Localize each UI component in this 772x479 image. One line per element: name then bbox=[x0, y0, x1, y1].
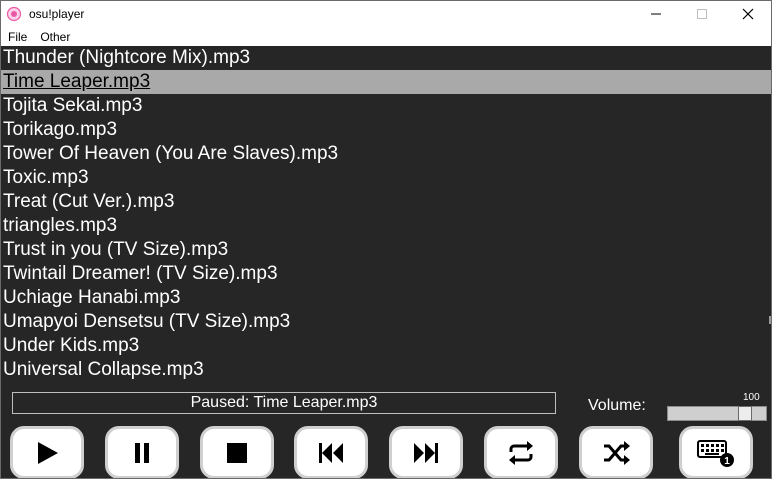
song-item[interactable]: Tower Of Heaven (You Are Slaves).mp3 bbox=[1, 142, 771, 166]
stop-button[interactable] bbox=[200, 426, 274, 478]
minimize-button[interactable] bbox=[633, 1, 679, 27]
volume-slider[interactable] bbox=[667, 406, 767, 421]
status-display: Paused: Time Leaper.mp3 bbox=[12, 392, 556, 414]
pause-icon bbox=[135, 442, 149, 463]
menu-bar: File Other bbox=[1, 27, 771, 46]
shuffle-button[interactable] bbox=[579, 426, 653, 478]
repeat-icon bbox=[509, 440, 533, 465]
window-controls bbox=[633, 1, 771, 27]
song-item[interactable]: Thunder (Nightcore Mix).mp3 bbox=[1, 46, 771, 70]
song-item[interactable]: Under Kids.mp3 bbox=[1, 334, 771, 358]
maximize-button[interactable] bbox=[679, 1, 725, 27]
song-item[interactable]: triangles.mp3 bbox=[1, 214, 771, 238]
app-window: osu!player File Other Thunder (Nightcore… bbox=[0, 0, 772, 479]
play-button[interactable] bbox=[10, 426, 84, 478]
song-list[interactable]: Thunder (Nightcore Mix).mp3 Time Leaper.… bbox=[1, 46, 771, 383]
close-icon bbox=[742, 8, 754, 20]
keyboard-button[interactable]: 1 bbox=[679, 426, 753, 478]
repeat-button[interactable] bbox=[484, 426, 558, 478]
song-item[interactable]: Tojita Sekai.mp3 bbox=[1, 94, 771, 118]
shuffle-icon bbox=[604, 440, 630, 465]
song-item[interactable]: Trust in you (TV Size).mp3 bbox=[1, 238, 771, 262]
title-bar[interactable]: osu!player bbox=[1, 1, 771, 27]
next-button[interactable] bbox=[389, 426, 463, 478]
volume-label: Volume: bbox=[588, 397, 646, 414]
song-item[interactable]: Uchiage Hanabi.mp3 bbox=[1, 286, 771, 310]
song-item[interactable]: Toxic.mp3 bbox=[1, 166, 771, 190]
previous-button[interactable] bbox=[294, 426, 368, 478]
skip-forward-icon bbox=[414, 442, 438, 463]
close-button[interactable] bbox=[725, 1, 771, 27]
keyboard-icon: 1 bbox=[697, 439, 734, 467]
skip-back-icon bbox=[319, 442, 343, 463]
menu-other[interactable]: Other bbox=[33, 30, 76, 44]
minimize-icon bbox=[651, 13, 661, 15]
volume-slider-thumb[interactable] bbox=[738, 406, 752, 421]
maximize-icon bbox=[697, 9, 707, 19]
song-item[interactable]: Universal Collapse.mp3 bbox=[1, 358, 771, 382]
song-item[interactable]: Twintail Dreamer! (TV Size).mp3 bbox=[1, 262, 771, 286]
volume-value: 100 bbox=[743, 392, 760, 403]
keyboard-badge: 1 bbox=[724, 456, 730, 467]
song-item-selected[interactable]: Time Leaper.mp3 bbox=[1, 70, 771, 94]
stop-icon bbox=[227, 442, 247, 463]
play-icon bbox=[38, 441, 58, 464]
window-title: osu!player bbox=[29, 7, 85, 21]
pause-button[interactable] bbox=[105, 426, 179, 478]
song-item[interactable]: Torikago.mp3 bbox=[1, 118, 771, 142]
app-logo-icon bbox=[6, 6, 22, 22]
song-item[interactable]: Umapyoi Densetsu (TV Size).mp3 bbox=[1, 310, 771, 334]
menu-file[interactable]: File bbox=[1, 30, 33, 44]
scrollbar[interactable] bbox=[769, 316, 771, 324]
song-item[interactable]: Treat (Cut Ver.).mp3 bbox=[1, 190, 771, 214]
